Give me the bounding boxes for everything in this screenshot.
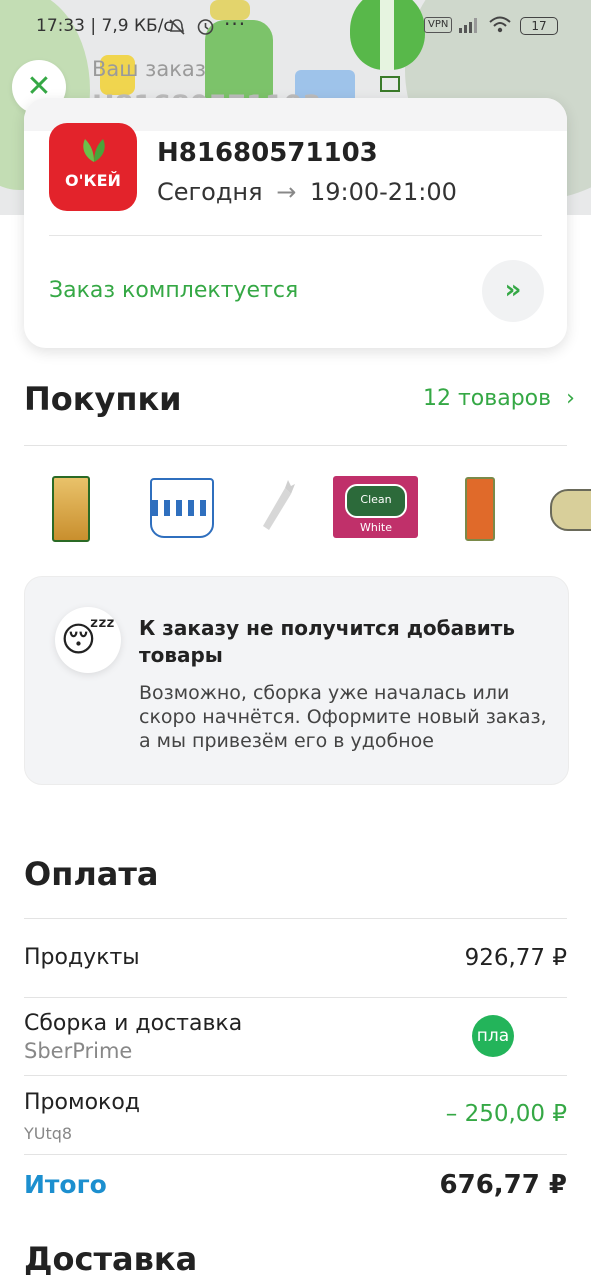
order-status: Заказ комплектуется xyxy=(49,278,299,303)
products-label: Продукты xyxy=(24,945,140,970)
delivery-fee-subscription: SberPrime xyxy=(24,1039,133,1063)
signal-icon xyxy=(459,18,477,33)
balloon-basket xyxy=(380,76,400,92)
total-value: 676,77 ₽ xyxy=(439,1170,567,1200)
cup-stripes xyxy=(152,500,212,516)
notice-title: К заказу не получится добавить товары xyxy=(139,616,515,667)
double-chevron-right-icon: » xyxy=(504,275,522,305)
divider xyxy=(24,918,567,919)
store-logo-text: О'КЕЙ xyxy=(65,171,121,190)
purchases-count: 12 товаров xyxy=(423,386,552,411)
header-subtitle: Ваш заказ xyxy=(92,57,206,81)
product-thumbnail-sour-cream[interactable] xyxy=(150,478,214,538)
divider xyxy=(49,235,542,236)
status-time: 17:33 | 7,9 КБ/с xyxy=(36,16,173,36)
order-card: О'КЕЙ H81680571103 Сегодня → 19:00-21:00… xyxy=(24,98,567,348)
sleeping-face-icon: 😴 xyxy=(55,607,121,673)
divider xyxy=(24,1075,567,1076)
products-value: 926,77 ₽ xyxy=(464,945,567,971)
more-notifications-icon: ··· xyxy=(224,12,247,36)
purchases-count-link[interactable]: 12 товаров › xyxy=(423,386,575,411)
mute-icon xyxy=(169,19,185,35)
divider xyxy=(24,1154,567,1155)
product-thumbnail-soap[interactable]: Clean White xyxy=(333,476,418,538)
order-status-button[interactable]: » xyxy=(482,260,544,322)
purchases-title: Покупки xyxy=(24,380,182,418)
product-thumbnail-canned-fish[interactable] xyxy=(550,489,591,531)
divider xyxy=(24,445,567,446)
chevron-right-icon: › xyxy=(566,386,575,411)
wifi-icon xyxy=(489,16,511,33)
delivery-day: Сегодня xyxy=(157,178,263,206)
sberprime-badge: пла xyxy=(472,1015,514,1057)
product-thumbnail-pasta[interactable] xyxy=(52,476,90,542)
delivery-time: 19:00-21:00 xyxy=(309,178,457,206)
arrow-right-icon: → xyxy=(276,178,297,206)
order-id: H81680571103 xyxy=(157,138,378,168)
promo-value: – 250,00 ₽ xyxy=(445,1101,567,1127)
status-bar: 17:33 | 7,9 КБ/с ··· VPN 17 xyxy=(0,0,591,52)
battery-icon: 17 xyxy=(520,17,558,35)
delivery-fee-label: Сборка и доставка xyxy=(24,1011,243,1036)
promo-label: Промокод xyxy=(24,1090,140,1115)
product-thumbnail-carrot[interactable] xyxy=(255,476,295,538)
promo-code: YUtq8 xyxy=(24,1124,73,1143)
delivery-title: Доставка xyxy=(24,1240,198,1278)
divider xyxy=(24,997,567,998)
delivery-slot: Сегодня → 19:00-21:00 xyxy=(157,178,457,206)
leaf-icon xyxy=(83,139,105,162)
product-thumbnail-fish[interactable] xyxy=(465,477,495,541)
alarm-icon xyxy=(197,19,214,35)
store-logo: О'КЕЙ xyxy=(49,123,137,211)
total-label: Итого xyxy=(24,1170,107,1199)
cannot-add-items-notice: 😴 К заказу не получится добавить товары … xyxy=(24,576,569,785)
soap-label: Clean White xyxy=(345,484,407,534)
notice-body: Возможно, сборка уже началась или скоро … xyxy=(139,682,547,752)
vpn-icon: VPN xyxy=(424,17,453,33)
payment-title: Оплата xyxy=(24,855,159,893)
